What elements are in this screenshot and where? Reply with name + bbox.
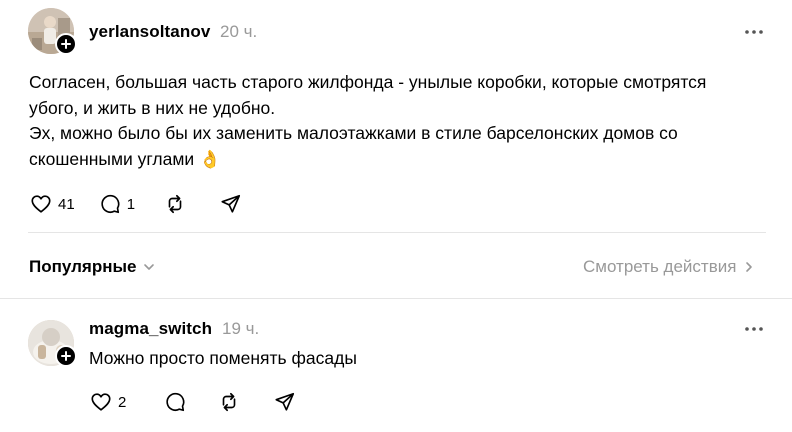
reply-count: 1: [126, 195, 136, 213]
repost-icon: [223, 392, 236, 412]
reply-actions: 2: [90, 391, 296, 413]
plus-icon: [61, 351, 71, 361]
comment-button[interactable]: 1: [99, 193, 135, 215]
follow-button[interactable]: [55, 33, 77, 55]
chevron-right-icon: [746, 262, 753, 272]
share-button[interactable]: [220, 193, 242, 215]
share-icon: [275, 392, 295, 411]
more-icon[interactable]: [744, 27, 768, 37]
post-username[interactable]: yerlansoltanov: [89, 22, 210, 42]
reply-time: 19 ч.: [222, 319, 260, 338]
repost-button[interactable]: [218, 391, 240, 413]
heart-icon: [91, 393, 111, 411]
divider: [28, 232, 766, 233]
post-actions: 41 1: [30, 193, 242, 215]
post-text-line: скошенными углами 👌: [29, 148, 221, 169]
post-text-line: убого, и жить в них не удобно.: [29, 97, 276, 118]
like-count: 41: [58, 195, 75, 213]
repost-button[interactable]: [164, 193, 186, 215]
view-activity-label: Смотреть действия: [583, 257, 737, 276]
chevron-down-icon: [144, 264, 155, 270]
heart-icon: [31, 195, 51, 213]
reply-username[interactable]: magma_switch: [89, 319, 212, 339]
share-icon: [221, 194, 241, 213]
more-icon[interactable]: [744, 324, 768, 334]
post-text: Согласен, большая часть старого жилфонда…: [29, 70, 706, 172]
sort-label: Популярные: [29, 257, 137, 276]
divider: [0, 298, 792, 299]
share-button[interactable]: [274, 391, 296, 413]
like-button[interactable]: 41: [30, 193, 75, 215]
post-time: 20 ч.: [220, 22, 258, 41]
sort-dropdown[interactable]: Популярные: [29, 257, 156, 277]
like-count: 2: [118, 393, 127, 411]
comment-icon: [166, 392, 185, 412]
follow-button[interactable]: [55, 345, 77, 367]
post-text-line: Эх, можно было бы их заменить малоэтажка…: [29, 123, 678, 143]
comment-icon: [101, 194, 120, 214]
reply-text: Можно просто поменять фасады: [89, 348, 357, 368]
plus-icon: [61, 39, 71, 49]
repost-icon: [168, 194, 182, 214]
comment-button[interactable]: [164, 391, 186, 413]
view-activity-link[interactable]: Смотреть действия: [583, 257, 756, 277]
like-button[interactable]: 2: [90, 391, 126, 413]
post-text-line: Согласен, большая часть старого жилфонда…: [29, 72, 707, 92]
